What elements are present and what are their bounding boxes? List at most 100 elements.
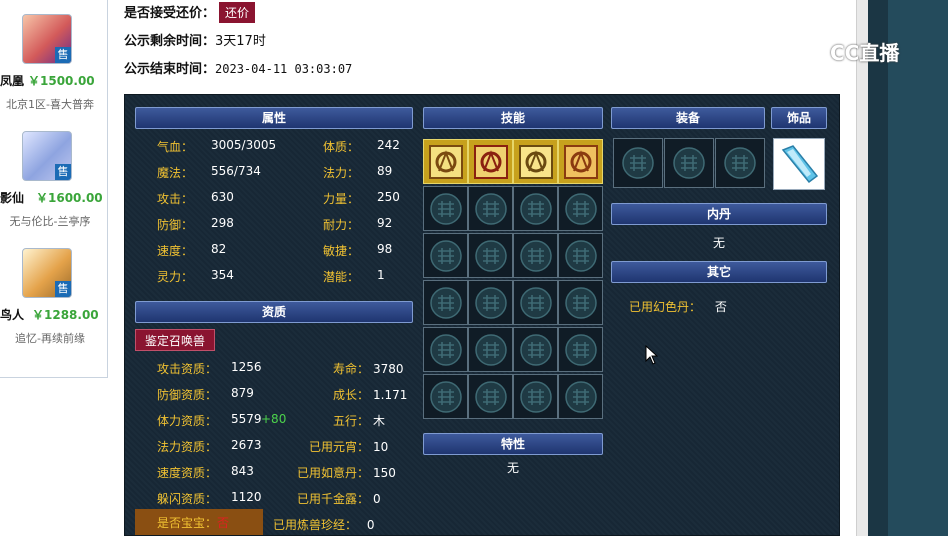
stat-value: 250 <box>377 190 400 204</box>
stat-label: 防御资质： <box>157 388 218 402</box>
empty-slot-icon <box>429 239 462 272</box>
empty-slot-icon <box>474 286 507 319</box>
other-header: 其它 <box>611 261 827 283</box>
empty-slot-icon <box>429 380 462 413</box>
bargain-button[interactable]: 还价 <box>219 2 256 23</box>
aptitude-header: 资质 <box>135 301 413 323</box>
skill-slot[interactable] <box>558 139 603 184</box>
empty-skill-slot[interactable] <box>513 233 558 278</box>
end-time-row: 公示结束时间：2023-04-11 03:03:07 <box>124 58 352 77</box>
stat-value: 3780 <box>373 362 404 376</box>
baby-status: 是否宝宝：否 <box>157 514 229 531</box>
empty-skill-slot[interactable] <box>423 233 468 278</box>
stat-label: 法力： <box>323 166 360 180</box>
avatar[interactable]: 售 <box>22 248 72 298</box>
empty-skill-slot[interactable] <box>423 374 468 419</box>
empty-skill-slot[interactable] <box>423 280 468 325</box>
pet-price: ￥1600.00 <box>36 191 103 205</box>
empty-skill-slot[interactable] <box>423 186 468 231</box>
stat-row: 攻击资质： 1256 <box>157 360 262 377</box>
beast-book-stat: 已用炼兽珍经： 0 <box>273 516 374 533</box>
empty-skill-slot[interactable] <box>468 374 513 419</box>
stat-row: 法力资质： 2673 <box>157 438 262 455</box>
stat-label: 魔法： <box>157 166 194 180</box>
dye-pill-label: 已用幻色丹： <box>629 300 702 314</box>
pet-card[interactable]: 售 鸟人 ￥1288.00 追忆-再续前缘 <box>0 244 108 354</box>
stat-label: 潜能： <box>323 270 360 284</box>
traits-value: 无 <box>507 461 520 475</box>
equipment-slot[interactable] <box>715 138 765 188</box>
pet-name[interactable]: 凤凰 <box>0 72 24 89</box>
pet-name[interactable]: 鸟人 <box>0 306 24 323</box>
stat-row: 躲闪资质： 1120 <box>157 490 262 507</box>
avatar[interactable]: 售 <box>22 14 72 64</box>
empty-skill-slot[interactable] <box>423 327 468 372</box>
avatar[interactable]: 售 <box>22 131 72 181</box>
stat-value: 92 <box>377 216 393 230</box>
empty-skill-slot[interactable] <box>558 186 603 231</box>
ornament-header: 饰品 <box>771 107 827 129</box>
stat-value: 0 <box>373 492 381 506</box>
ornament-slot[interactable] <box>773 138 825 190</box>
stat-label: 已用元宵： <box>308 440 369 454</box>
empty-slot-icon <box>673 147 705 179</box>
stat-row: 已用千金露： 0 <box>273 490 413 507</box>
stat-row: 法力： 89 <box>323 164 392 181</box>
stat-value: 879 <box>231 386 254 400</box>
scrollbar[interactable] <box>856 0 868 536</box>
empty-slot-icon <box>474 333 507 366</box>
pet-name[interactable]: 影仙 <box>0 189 24 206</box>
stat-value: 82 <box>211 242 227 256</box>
crystal-icon <box>781 145 819 184</box>
stat-value: 630 <box>211 190 234 204</box>
stat-row: 成长： 1.171 <box>273 386 413 403</box>
pet-card[interactable]: 售 凤凰 ￥1500.00 北京1区-喜大普奔 <box>0 10 108 120</box>
attributes-header: 属性 <box>135 107 413 129</box>
equipment-slot[interactable] <box>613 138 663 188</box>
skill-slot[interactable] <box>513 139 558 184</box>
empty-skill-slot[interactable] <box>468 233 513 278</box>
remaining-label: 公示剩余时间： <box>124 34 216 49</box>
equipment-slot[interactable] <box>664 138 714 188</box>
empty-slot-icon <box>724 147 756 179</box>
empty-slot-icon <box>429 333 462 366</box>
inner-core-value: 无 <box>713 236 726 250</box>
stat-row: 魔法： 556/734 <box>157 164 261 181</box>
stat-label: 已用千金露： <box>296 492 369 506</box>
pet-card[interactable]: 售 影仙 ￥1600.00 无与伦比-兰亭序 <box>0 127 108 237</box>
stat-value: 354 <box>211 268 234 282</box>
empty-skill-slot[interactable] <box>558 374 603 419</box>
stat-label: 躲闪资质： <box>157 492 218 506</box>
equipment-header: 装备 <box>611 107 765 129</box>
skill-icon <box>563 144 598 179</box>
stat-row: 气血： 3005/3005 <box>157 138 276 155</box>
empty-skill-slot[interactable] <box>513 374 558 419</box>
empty-skill-slot[interactable] <box>468 327 513 372</box>
empty-skill-slot[interactable] <box>558 327 603 372</box>
skill-slot[interactable] <box>468 139 513 184</box>
skill-slot[interactable] <box>423 139 468 184</box>
empty-skill-slot[interactable] <box>558 233 603 278</box>
stat-row: 体力资质： 5579 +80 <box>157 412 286 429</box>
stat-value: 5579 <box>231 412 262 426</box>
empty-skill-slot[interactable] <box>513 280 558 325</box>
empty-skill-slot[interactable] <box>558 280 603 325</box>
stat-row: 攻击： 630 <box>157 190 234 207</box>
empty-skill-slot[interactable] <box>513 186 558 231</box>
dye-pill-value: 否 <box>714 300 727 314</box>
empty-skill-slot[interactable] <box>468 186 513 231</box>
skill-icon <box>428 144 463 179</box>
skill-icon <box>518 144 553 179</box>
empty-skill-slot[interactable] <box>468 280 513 325</box>
traits-header: 特性 <box>423 433 603 455</box>
baby-label: 是否宝宝： <box>157 516 218 530</box>
appraise-pet-button[interactable]: 鉴定召唤兽 <box>135 329 215 351</box>
stat-label: 攻击： <box>157 192 194 206</box>
stat-row: 已用如意丹： 150 <box>273 464 413 481</box>
empty-slot-icon <box>519 192 552 225</box>
empty-skill-slot[interactable] <box>513 327 558 372</box>
empty-slot-icon <box>622 147 654 179</box>
stat-label: 力量： <box>323 192 360 206</box>
stat-value: 10 <box>373 440 389 454</box>
stat-row: 速度： 82 <box>157 242 226 259</box>
